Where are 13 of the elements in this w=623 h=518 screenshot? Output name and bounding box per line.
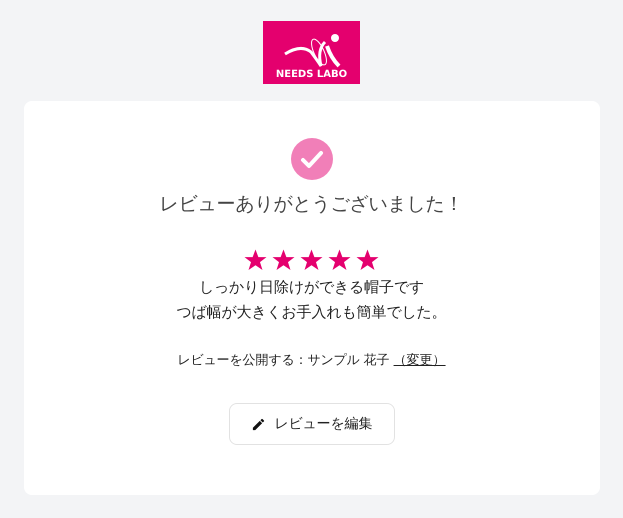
edit-review-button[interactable]: レビューを編集 (228, 403, 394, 445)
pencil-icon (250, 416, 266, 432)
star-icon (244, 248, 267, 270)
change-link[interactable]: （変更） (394, 350, 446, 370)
star-icon (328, 248, 351, 270)
thank-you-message: レビューありがとうございました！ (160, 192, 464, 217)
star-icon (272, 248, 295, 270)
logo-text: NEEDS LABO (276, 70, 348, 80)
star-icon (356, 248, 379, 270)
star-icon (300, 248, 323, 270)
review-comment: しっかり日除けができる帽子です つば幅が大きくお手入れも簡単でした。 (176, 276, 446, 322)
check-circle-icon (290, 138, 332, 180)
publish-label: レビューを公開する：サンプル 花子 (177, 352, 390, 370)
